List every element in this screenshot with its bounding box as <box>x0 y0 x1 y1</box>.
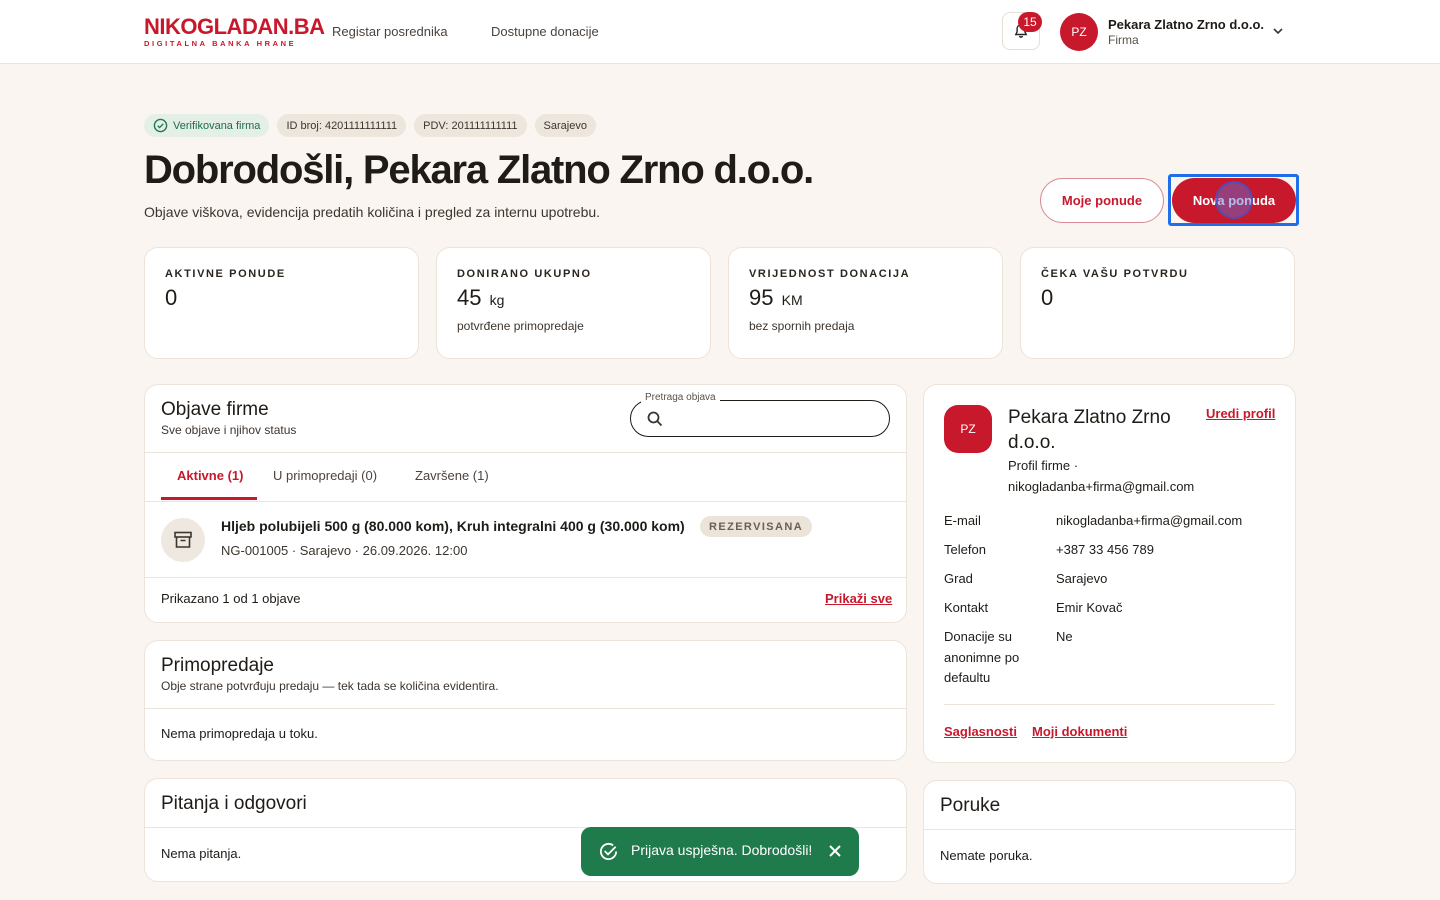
profile-key: E-mail <box>944 513 981 528</box>
profile-value: Sarajevo <box>1056 571 1108 586</box>
status-badge: REZERVISANA <box>700 516 813 537</box>
stat-note: bez spornih predaja <box>749 319 855 333</box>
profile-key: Grad <box>944 571 973 586</box>
search-label: Pretraga objava <box>641 392 720 403</box>
handovers-card: Primopredaje Obje strane potvrđuju preda… <box>144 640 907 761</box>
city-chip: Sarajevo <box>534 114 596 137</box>
stat-label: ČEKA VAŠU POTVRDU <box>1041 268 1189 280</box>
messages-title: Poruke <box>940 795 1001 816</box>
profile-card: PZ Pekara Zlatno Zrno d.o.o. Uredi profi… <box>923 384 1296 763</box>
profile-value: Ne <box>1056 629 1073 644</box>
tab-active[interactable]: Aktivne (1) <box>177 468 243 483</box>
offer-title[interactable]: Hljeb polubijeli 500 g (80.000 kom), Kru… <box>221 518 685 534</box>
logo-text-b: GLADAN.BA <box>197 14 325 39</box>
tab-completed[interactable]: Završene (1) <box>415 468 489 483</box>
page-subtitle: Objave viškova, evidencija predatih koli… <box>144 204 601 220</box>
check-circle-icon <box>153 118 168 133</box>
success-toast: Prijava uspješna. Dobrodošli! <box>581 827 859 876</box>
stat-card-donated-total: DONIRANO UKUPNO 45 kg potvrđene primopre… <box>436 247 711 359</box>
handovers-subtitle: Obje strane potvrđuju predaju — tek tada… <box>161 679 499 693</box>
top-bar: NIKOGLADAN.BA DIGITALNA BANKA HRANE Regi… <box>0 0 1440 64</box>
stat-unit: KM <box>781 292 803 308</box>
tab-in-handover[interactable]: U primopredaji (0) <box>273 468 377 483</box>
user-role: Firma <box>1108 33 1139 47</box>
messages-card: Poruke Nemate poruka. <box>923 780 1296 884</box>
profile-key: Kontakt <box>944 600 989 615</box>
pdv-chip: PDV: 201111111111 <box>414 114 527 137</box>
company-avatar: PZ <box>944 405 992 453</box>
stat-note: potvrđene primopredaje <box>457 319 584 333</box>
qa-title: Pitanja i odgovori <box>161 793 307 814</box>
profile-key: Donacije su anonimne po defaultu <box>944 629 1020 685</box>
active-tab-indicator <box>161 497 257 500</box>
qa-empty: Nema pitanja. <box>161 846 242 861</box>
close-icon[interactable] <box>827 843 843 859</box>
user-name: Pekara Zlatno Zrno d.o.o. <box>1108 17 1265 32</box>
company-name: Pekara Zlatno Zrno d.o.o. <box>1008 407 1171 453</box>
profile-value: +387 33 456 789 <box>1056 542 1154 557</box>
documents-link[interactable]: Moji dokumenti <box>1032 724 1127 739</box>
profile-value: nikogladanba+firma@gmail.com <box>1056 513 1243 528</box>
verified-chip: Verifikovana firma <box>144 114 270 137</box>
handovers-empty: Nema primopredaja u toku. <box>161 726 318 741</box>
consents-link[interactable]: Saglasnosti <box>944 724 1017 739</box>
offer-row-icon <box>161 518 205 562</box>
stat-value: 0 <box>165 285 398 311</box>
stat-value: 45 kg <box>457 285 690 311</box>
stat-label: AKTIVNE PONUDE <box>165 268 286 280</box>
search-field[interactable]: Pretraga objava <box>630 392 890 437</box>
messages-empty: Nemate poruka. <box>940 848 1033 863</box>
show-all-link[interactable]: Prikaži sve <box>825 591 892 606</box>
posts-subtitle: Sve objave i njihov status <box>161 423 297 437</box>
stat-card-awaiting-confirmation: ČEKA VAŠU POTVRDU 0 <box>1020 247 1295 359</box>
logo[interactable]: NIKOGLADAN.BA DIGITALNA BANKA HRANE <box>144 14 325 49</box>
profile-key: Telefon <box>944 542 986 557</box>
click-indicator <box>1215 181 1253 219</box>
stat-label: VRIJEDNOST DONACIJA <box>749 268 911 280</box>
logo-text-a: NIKO <box>144 14 198 39</box>
archive-box-icon <box>174 531 192 548</box>
search-icon <box>647 411 663 427</box>
stat-card-donation-value: VRIJEDNOST DONACIJA 95 KM bez spornih pr… <box>728 247 1003 359</box>
stat-label: DONIRANO UKUPNO <box>457 268 592 280</box>
company-chips: Verifikovana firma ID broj: 420111111111… <box>144 114 596 137</box>
stat-number: 0 <box>1041 285 1054 310</box>
toast-message: Prijava uspješna. Dobrodošli! <box>631 842 813 858</box>
stat-card-active-offers: AKTIVNE PONUDE 0 <box>144 247 419 359</box>
posts-title: Objave firme <box>161 399 269 420</box>
stat-value: 0 <box>1041 285 1274 311</box>
edit-profile-link[interactable]: Uredi profil <box>1206 406 1275 421</box>
search-input[interactable] <box>671 408 871 430</box>
chevron-down-icon[interactable] <box>1272 25 1284 37</box>
my-offers-button[interactable]: Moje ponude <box>1040 178 1164 223</box>
check-circle-icon <box>600 842 618 861</box>
stat-number: 45 <box>457 285 482 310</box>
profile-divider <box>944 704 1275 705</box>
nav-link-registar[interactable]: Registar posrednika <box>332 24 448 39</box>
profile-value: Emir Kovač <box>1056 600 1123 615</box>
page-title: Dobrodošli, Pekara Zlatno Zrno d.o.o. <box>144 148 814 192</box>
id-chip: ID broj: 4201111111111 <box>277 114 407 137</box>
notifications-count-badge: 15 <box>1018 12 1042 32</box>
stat-value: 95 KM <box>749 285 982 311</box>
nav-link-donacije[interactable]: Dostupne donacije <box>491 24 599 39</box>
handovers-title: Primopredaje <box>161 655 274 676</box>
profile-description: Profil firme · nikogladanba+firma@gmail.… <box>1008 458 1195 494</box>
stat-number: 95 <box>749 285 774 310</box>
offer-meta: NG-001005 · Sarajevo · 26.09.2026. 12:00 <box>221 543 468 558</box>
posts-card: Objave firme Sve objave i njihov status … <box>144 384 907 623</box>
stat-unit: kg <box>489 292 505 308</box>
posts-count-text: Prikazano 1 od 1 objave <box>161 591 301 606</box>
verified-chip-label: Verifikovana firma <box>173 119 261 132</box>
stat-number: 0 <box>165 285 178 310</box>
logo-tagline: DIGITALNA BANKA HRANE <box>144 39 297 48</box>
user-avatar[interactable]: PZ <box>1060 13 1098 51</box>
